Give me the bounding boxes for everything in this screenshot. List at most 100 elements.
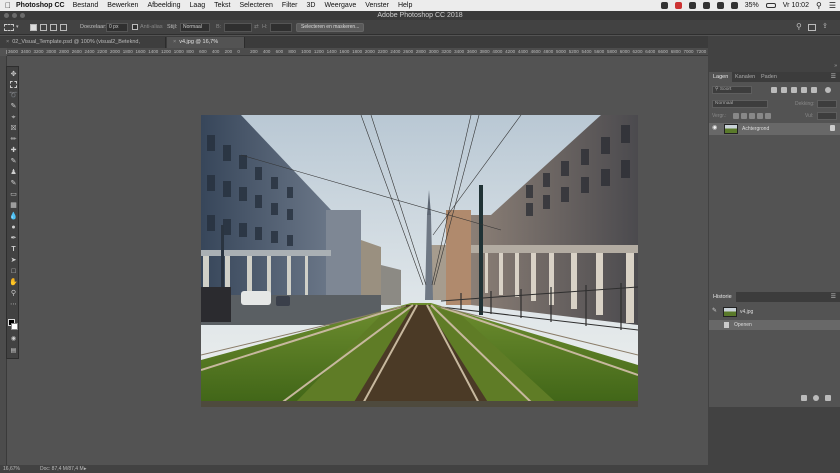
status-shield-icon[interactable]: [674, 2, 682, 9]
brush-tool-icon[interactable]: ✎: [9, 157, 18, 166]
notification-center-icon[interactable]: ☰: [829, 1, 836, 10]
zoom-level[interactable]: 16,67%: [3, 465, 20, 473]
layer-row[interactable]: ◉ Achtergrond: [709, 123, 840, 135]
crop-tool-icon[interactable]: ⌖: [9, 113, 18, 122]
screen-mode-icon[interactable]: ▤: [9, 347, 18, 356]
status-upload-icon[interactable]: [688, 2, 696, 9]
zoom-tool-icon[interactable]: ⚲: [9, 289, 18, 298]
panel-menu-icon[interactable]: ☰: [831, 292, 836, 302]
status-wifi-icon[interactable]: [730, 2, 738, 9]
width-input[interactable]: [224, 23, 252, 32]
menu-laag[interactable]: Laag: [190, 2, 206, 9]
menu-filter[interactable]: Filter: [282, 2, 298, 9]
document-image[interactable]: [201, 115, 638, 407]
hand-tool-icon[interactable]: ✋: [9, 278, 18, 287]
path-selection-tool-icon[interactable]: ➤: [9, 256, 18, 265]
menu-help[interactable]: Help: [398, 2, 412, 9]
dodge-tool-icon[interactable]: ●: [9, 223, 18, 232]
menu-selecteren[interactable]: Selecteren: [239, 2, 272, 9]
filter-toggle-icon[interactable]: [825, 87, 831, 93]
filter-shape-icon[interactable]: [801, 87, 807, 93]
quick-selection-tool-icon[interactable]: ✎: [9, 102, 18, 111]
pen-tool-icon[interactable]: ✒: [9, 234, 18, 243]
search-icon[interactable]: ⚲: [796, 22, 802, 31]
battery-icon[interactable]: [765, 3, 776, 8]
close-tab-icon[interactable]: ×: [6, 39, 9, 45]
menu-bewerken[interactable]: Bewerken: [107, 2, 138, 9]
healing-brush-tool-icon[interactable]: ✚: [9, 146, 18, 155]
menu-afbeelding[interactable]: Afbeelding: [147, 2, 180, 9]
tab-paths[interactable]: Paden: [757, 72, 781, 82]
history-brush-source-icon[interactable]: ✎: [712, 307, 717, 314]
blend-mode-select[interactable]: Normaal: [712, 100, 768, 108]
dock-collapse-icon[interactable]: »: [834, 63, 837, 69]
layer-filter-search[interactable]: ⚲ Soort: [712, 86, 752, 94]
add-selection-icon[interactable]: [40, 24, 47, 31]
edit-toolbar-icon[interactable]: ⋯: [9, 300, 18, 309]
filter-smart-icon[interactable]: [811, 87, 817, 93]
frame-tool-icon[interactable]: ☒: [9, 124, 18, 133]
move-tool-icon[interactable]: ✥: [9, 70, 18, 79]
spotlight-search-icon[interactable]: ⚲: [816, 1, 822, 10]
gradient-tool-icon[interactable]: ▦: [9, 201, 18, 210]
delete-state-icon[interactable]: [825, 395, 831, 401]
document-size[interactable]: Doc: 87,4 M/87,4 M: [40, 465, 84, 473]
lock-transparent-icon[interactable]: [733, 113, 739, 119]
filter-pixel-icon[interactable]: [771, 87, 777, 93]
marquee-tool-preset-icon[interactable]: [4, 24, 14, 31]
height-input[interactable]: [270, 23, 292, 32]
blur-tool-icon[interactable]: 💧: [9, 212, 18, 221]
menubar-clock[interactable]: Vr 10:02: [783, 2, 809, 9]
tab-history[interactable]: Historie: [709, 292, 736, 302]
menu-bestand[interactable]: Bestand: [73, 2, 99, 9]
battery-percent[interactable]: 35%: [745, 2, 759, 9]
lock-image-icon[interactable]: [741, 113, 747, 119]
menu-venster[interactable]: Venster: [365, 2, 389, 9]
background-color-swatch[interactable]: [11, 323, 18, 330]
fill-input[interactable]: [817, 112, 837, 120]
ruler-horizontal[interactable]: 3600 3400 3200 3000 2800 2600 2400 2200 2000 1800…: [7, 48, 708, 56]
status-cloud-icon[interactable]: [702, 2, 710, 9]
quick-mask-icon[interactable]: ◉: [9, 335, 18, 344]
panel-menu-icon[interactable]: ☰: [831, 72, 836, 82]
menu-3d[interactable]: 3D: [306, 2, 315, 9]
clone-stamp-tool-icon[interactable]: ♟: [9, 168, 18, 177]
status-app-icon[interactable]: [660, 2, 668, 9]
lock-all-icon[interactable]: [765, 113, 771, 119]
history-snapshot-row[interactable]: ✎ v4.jpg: [709, 306, 840, 318]
eyedropper-tool-icon[interactable]: ✏: [9, 135, 18, 144]
history-state-row[interactable]: Openen: [709, 320, 840, 330]
workspace-icon[interactable]: [808, 24, 816, 31]
style-select[interactable]: Normaal: [180, 23, 210, 32]
history-brush-tool-icon[interactable]: ✎: [9, 179, 18, 188]
new-snapshot-icon[interactable]: [813, 395, 819, 401]
lock-icon[interactable]: [830, 125, 835, 131]
preset-chevron-icon[interactable]: ▾: [16, 23, 19, 32]
tab-channels[interactable]: Kanalen: [731, 72, 759, 82]
menu-app-name[interactable]: Photoshop CC: [16, 2, 65, 9]
menu-weergave[interactable]: Weergave: [324, 2, 356, 9]
share-icon[interactable]: ⇪: [822, 22, 828, 31]
marquee-tool-icon[interactable]: [10, 81, 17, 88]
doc-tab-visual-template[interactable]: × 02_Visual_Template.psd @ 100% (visual2_…: [0, 37, 166, 56]
subtract-selection-icon[interactable]: [50, 24, 57, 31]
antialias-checkbox[interactable]: [132, 24, 138, 30]
close-tab-icon[interactable]: ×: [173, 39, 176, 45]
lock-position-icon[interactable]: [749, 113, 755, 119]
swap-dimensions-icon[interactable]: ⇄: [254, 23, 259, 32]
doc-tab-v4[interactable]: ×v4.jpg @ 16,7% (RGB/8): [167, 37, 245, 56]
new-selection-icon[interactable]: [30, 24, 37, 31]
status-arrow-icon[interactable]: ▸: [84, 465, 87, 473]
intersect-selection-icon[interactable]: [60, 24, 67, 31]
filter-adjustment-icon[interactable]: [781, 87, 787, 93]
lock-artboard-icon[interactable]: [757, 113, 763, 119]
layer-name[interactable]: Achtergrond: [742, 125, 769, 133]
status-bluetooth-icon[interactable]: [716, 2, 724, 9]
select-and-mask-button[interactable]: Selecteren en maskeren...: [296, 23, 365, 32]
filter-type-icon[interactable]: [791, 87, 797, 93]
lasso-tool-icon[interactable]: ➰: [9, 91, 18, 100]
new-document-from-state-icon[interactable]: [801, 395, 807, 401]
feather-input[interactable]: 0 px: [106, 23, 128, 32]
menu-tekst[interactable]: Tekst: [214, 2, 230, 9]
eye-icon[interactable]: ◉: [712, 124, 717, 131]
